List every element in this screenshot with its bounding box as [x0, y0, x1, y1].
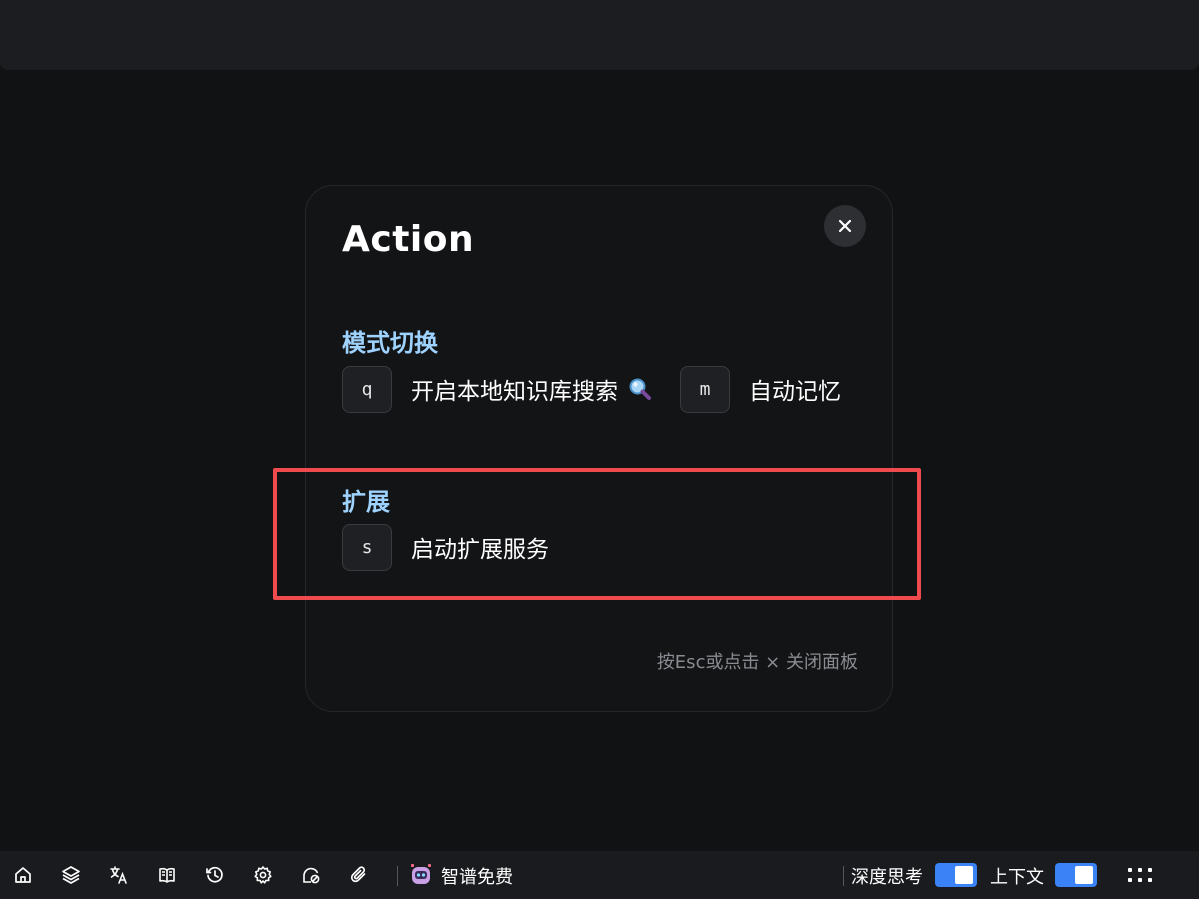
shortcut-label-start-extension: 启动扩展服务: [411, 537, 549, 563]
home-icon[interactable]: [13, 865, 33, 885]
section-title-mode-switch: 模式切换: [342, 329, 438, 357]
toolbar-divider: [843, 866, 844, 886]
shortcut-label-auto-memory: 自动记忆: [749, 379, 841, 405]
layers-icon[interactable]: [61, 865, 81, 885]
robot-avatar-icon[interactable]: [409, 863, 433, 887]
toggle-knob: [1075, 866, 1093, 884]
book-icon[interactable]: [157, 865, 177, 885]
model-label[interactable]: 智谱免费: [441, 863, 513, 889]
settings-icon[interactable]: [253, 865, 273, 885]
context-label: 上下文: [990, 867, 1044, 888]
key-s-button[interactable]: s: [342, 523, 392, 571]
magnifying-glass-icon: [628, 377, 652, 401]
section-title-extensions: 扩展: [342, 488, 390, 516]
context-toggle[interactable]: [1055, 863, 1097, 887]
deep-think-toggle[interactable]: [935, 863, 977, 887]
toolbar-divider: [397, 866, 398, 886]
close-hint: 按Esc或点击 × 关闭面板: [656, 652, 858, 673]
grid-dots-icon[interactable]: [1126, 866, 1158, 884]
clear-cache-icon[interactable]: [301, 865, 321, 885]
bottom-toolbar: 智谱免费 深度思考 上下文: [0, 851, 1199, 899]
deep-think-label: 深度思考: [851, 867, 923, 888]
action-panel: Action 模式切换 q 开启本地知识库搜索 m 自动记忆 扩展 s 启动扩展…: [305, 185, 893, 712]
top-bar: [0, 0, 1199, 70]
shortcut-row-mode: q 开启本地知识库搜索 m 自动记忆: [342, 365, 841, 413]
shortcut-row-extensions: s 启动扩展服务: [342, 523, 549, 571]
key-m-button[interactable]: m: [680, 365, 730, 413]
close-button[interactable]: [824, 205, 866, 247]
key-q-button[interactable]: q: [342, 365, 392, 413]
toggle-knob: [955, 866, 973, 884]
shortcut-label-local-search: 开启本地知识库搜索: [411, 379, 618, 405]
history-icon[interactable]: [205, 865, 225, 885]
close-icon: [838, 219, 852, 233]
panel-title: Action: [342, 219, 475, 260]
translate-icon[interactable]: [109, 865, 129, 885]
attachment-icon[interactable]: [349, 865, 369, 885]
